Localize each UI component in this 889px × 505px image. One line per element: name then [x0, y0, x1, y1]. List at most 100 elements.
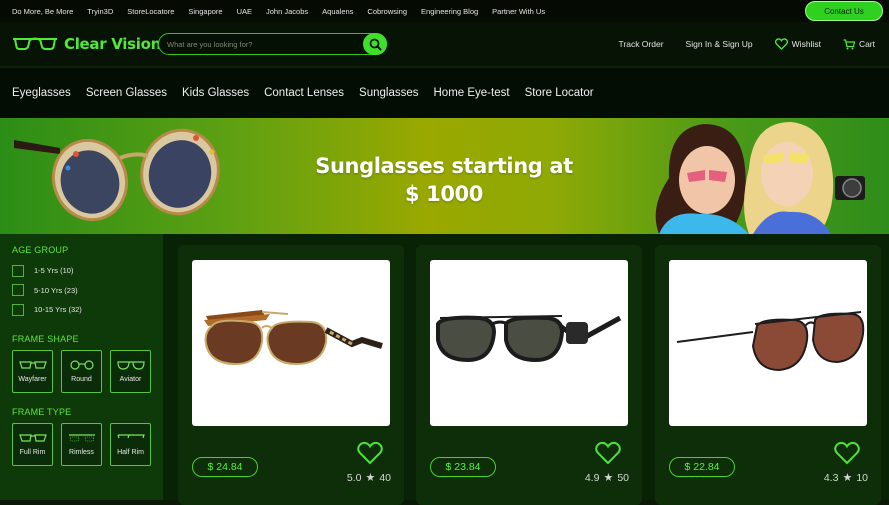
wishlist-label: Wishlist — [791, 39, 821, 49]
wayfarer-frame-icon — [18, 360, 47, 369]
product-price: $ 23.84 — [430, 457, 496, 477]
topbar-link-do-more[interactable]: Do More, Be More — [12, 7, 73, 16]
top-bar: Do More, Be More Tryin3D StoreLocatore S… — [0, 0, 889, 22]
product-image[interactable] — [192, 260, 390, 426]
product-price: $ 24.84 — [192, 457, 258, 477]
search-icon — [369, 38, 382, 51]
frame-type-rimless[interactable]: Rimless — [61, 422, 102, 466]
review-count: 50 — [617, 471, 629, 484]
glasses-logo-icon — [13, 37, 57, 50]
rating-value: 5.0 — [346, 471, 362, 484]
sign-in-link[interactable]: Sign In & Sign Up — [686, 39, 753, 49]
frame-shape-wayfarer[interactable]: Wayfarer — [12, 349, 53, 393]
sign-in-label: Sign In & Sign Up — [685, 39, 753, 49]
frame-shape-options: Wayfarer Round Aviator — [12, 349, 151, 393]
filter-sidebar: AGE GROUP 1-5 Yrs (10) 5-10 Yrs (23) 10-… — [0, 234, 163, 500]
age-option-1-5[interactable]: 1-5 Yrs (10) — [12, 261, 151, 281]
product-grid: $ 24.84 5.0 ★ 40 $ 23.84 4.9 ★ 50 $ 22.8… — [163, 234, 889, 505]
product-image[interactable] — [669, 260, 867, 426]
age-option-10-15[interactable]: 10-15 Yrs (32) — [12, 300, 151, 320]
header: Clear Vision Track Order Sign In & Sign … — [0, 22, 889, 66]
promo-banner[interactable]: Sunglasses starting at $ 1000 — [0, 118, 889, 234]
topbar-link-aqualens[interactable]: Aqualens — [322, 7, 353, 16]
search-bar — [158, 33, 387, 55]
nav-item-kids-glasses[interactable]: Kids Glasses — [182, 87, 249, 99]
banner-sunglasses-image — [14, 128, 220, 222]
category-nav: Eyeglasses Screen Glasses Kids Glasses C… — [0, 66, 889, 118]
contact-us-button[interactable]: Contact Us — [805, 1, 883, 21]
frame-type-options: Full Rim Rimless Half Rim — [12, 422, 151, 466]
checkbox[interactable] — [12, 264, 24, 277]
topbar-link-partner[interactable]: Partner With Us — [492, 7, 545, 16]
topbar-link-engineering-blog[interactable]: Engineering Blog — [421, 7, 478, 16]
full-rim-frame-icon — [18, 433, 47, 442]
topbar-link-tryin3d[interactable]: Tryin3D — [87, 7, 113, 16]
frame-shape-label: Aviator — [119, 375, 142, 383]
search-input[interactable] — [167, 39, 357, 49]
search-button[interactable] — [363, 33, 387, 55]
brand-logo[interactable]: Clear Vision — [12, 35, 161, 53]
wishlist-link[interactable]: Wishlist — [774, 38, 821, 50]
wishlist-toggle[interactable] — [595, 441, 621, 470]
age-option-label: 1-5 Yrs (10) — [34, 266, 74, 276]
nav-item-store-locator[interactable]: Store Locator — [525, 87, 594, 99]
nav-item-contact-lenses[interactable]: Contact Lenses — [264, 87, 344, 99]
product-card[interactable]: $ 22.84 4.3 ★ 10 — [655, 245, 881, 505]
track-order-label: Track Order — [618, 39, 664, 49]
banner-models-image — [655, 122, 865, 234]
nav-item-eyeglasses[interactable]: Eyeglasses — [12, 87, 71, 99]
cart-link[interactable]: Cart — [843, 38, 875, 50]
topbar-link-cobrowsing[interactable]: Cobrowsing — [367, 7, 407, 16]
banner-headline: Sunglasses starting at $ 1000 — [300, 152, 588, 208]
frame-type-half-rim[interactable]: Half Rim — [110, 422, 151, 466]
age-option-label: 10-15 Yrs (32) — [34, 305, 82, 315]
topbar-link-uae[interactable]: UAE — [237, 7, 252, 16]
wishlist-toggle[interactable] — [357, 441, 383, 470]
star-icon: ★ — [842, 472, 853, 484]
age-option-label: 5-10 Yrs (23) — [34, 285, 78, 295]
age-option-5-10[interactable]: 5-10 Yrs (23) — [12, 281, 151, 301]
nav-item-home-eye-test[interactable]: Home Eye-test — [434, 87, 510, 99]
rating-value: 4.9 — [584, 471, 600, 484]
checkbox[interactable] — [12, 303, 24, 316]
frame-shape-label: Wayfarer — [18, 375, 47, 383]
product-card[interactable]: $ 23.84 4.9 ★ 50 — [416, 245, 642, 505]
product-image[interactable] — [430, 260, 628, 426]
topbar-link-storelocatore[interactable]: StoreLocatore — [127, 7, 174, 16]
nav-item-screen-glasses[interactable]: Screen Glasses — [86, 87, 167, 99]
star-icon: ★ — [603, 472, 614, 484]
filter-heading-age-group: AGE GROUP — [12, 245, 69, 255]
aviator-frame-icon — [116, 360, 145, 370]
topbar-link-john-jacobs[interactable]: John Jacobs — [266, 7, 308, 16]
heart-icon — [774, 38, 788, 50]
review-count: 40 — [379, 471, 391, 484]
heart-icon — [595, 441, 621, 465]
frame-shape-aviator[interactable]: Aviator — [110, 349, 151, 393]
frame-shape-round[interactable]: Round — [61, 349, 102, 393]
topbar-link-singapore[interactable]: Singapore — [188, 7, 222, 16]
review-count: 10 — [856, 471, 868, 484]
cart-label: Cart — [858, 39, 875, 49]
cart-icon — [843, 38, 855, 49]
round-frame-icon — [69, 359, 94, 370]
star-icon: ★ — [365, 472, 376, 484]
checkbox[interactable] — [12, 284, 24, 297]
filter-heading-frame-type: FRAME TYPE — [12, 406, 72, 417]
frame-type-label: Rimless — [69, 448, 94, 456]
frame-type-full-rim[interactable]: Full Rim — [12, 422, 53, 466]
rating-value: 4.3 — [823, 471, 839, 484]
track-order-link[interactable]: Track Order — [619, 39, 664, 49]
heart-icon — [834, 441, 860, 465]
brand-name: Clear Vision — [64, 35, 162, 53]
filter-heading-frame-shape: FRAME SHAPE — [12, 333, 79, 344]
product-rating: 4.3 ★ 10 — [823, 471, 868, 485]
brown-aviator-sunglasses-image — [676, 311, 865, 372]
wishlist-toggle[interactable] — [834, 441, 860, 470]
frame-type-label: Half Rim — [117, 448, 144, 456]
half-rim-frame-icon — [116, 433, 145, 438]
rimless-frame-icon — [68, 433, 95, 441]
product-rating: 4.9 ★ 50 — [584, 471, 629, 485]
nav-item-sunglasses[interactable]: Sunglasses — [359, 87, 418, 99]
product-card[interactable]: $ 24.84 5.0 ★ 40 — [178, 245, 404, 505]
banner-line-2: $ 1000 — [405, 182, 483, 206]
